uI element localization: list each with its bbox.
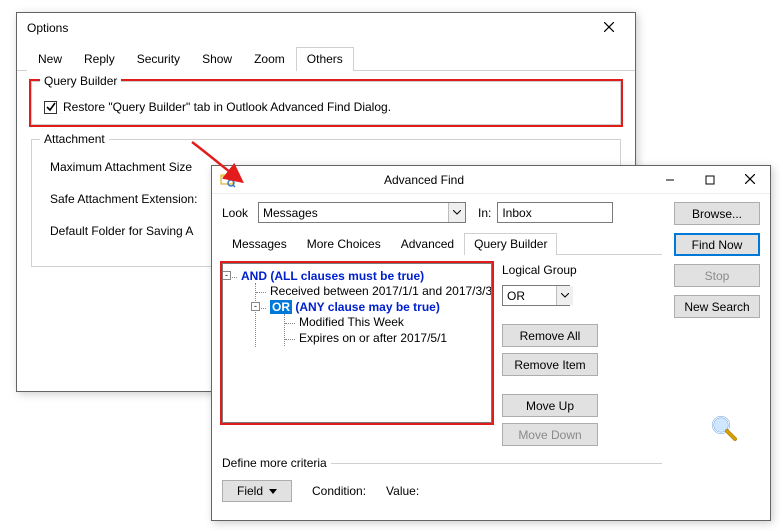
remove-item-button[interactable]: Remove Item [502,353,598,376]
move-down-label: Move Down [518,428,581,442]
af-titlebar: Advanced Find [212,166,770,194]
and-desc: (ALL clauses must be true) [270,269,424,283]
move-up-label: Move Up [526,399,574,413]
stop-button[interactable]: Stop [674,264,760,287]
af-tab-messages[interactable]: Messages [222,233,297,255]
tree-node-and[interactable]: - AND (ALL clauses must be true) Receive… [227,268,487,348]
expires-clause: Expires on or after 2017/5/1 [299,331,447,345]
remove-all-label: Remove All [520,329,581,343]
af-tab-query-builder[interactable]: Query Builder [464,233,557,255]
received-clause: Received between 2017/1/1 and 2017/3/31 [270,284,492,298]
and-op: AND [241,269,267,283]
options-tabstrip: New Reply Security Show Zoom Others [17,45,635,71]
qb-side-column: Logical Group OR Remove All Remove Item … [502,263,598,446]
restore-qb-checkbox[interactable] [44,101,57,114]
chevron-down-icon [448,203,465,222]
af-maximize-button[interactable] [690,167,730,193]
or-desc: (ANY clause may be true) [295,300,440,314]
define-criteria-row: Field Condition: Value: [222,480,662,502]
tab-security[interactable]: Security [126,47,191,71]
tab-show[interactable]: Show [191,47,243,71]
options-close-button[interactable] [589,15,629,41]
find-now-label: Find Now [692,238,743,252]
af-body: Look Messages In: Inbox Browse... Find N… [212,194,770,512]
browse-button[interactable]: Browse... [674,202,760,225]
move-down-button[interactable]: Move Down [502,423,598,446]
af-tab-advanced[interactable]: Advanced [391,233,464,255]
in-value: Inbox [502,206,531,220]
tree-node-modified[interactable]: Modified This Week [285,314,487,330]
af-right-column: Browse... Find Now Stop New Search [674,202,760,318]
close-icon [745,173,755,187]
divider [331,463,662,464]
value-label: Value: [386,484,419,498]
query-builder-legend: Query Builder [40,74,121,88]
collapse-icon[interactable]: - [251,302,260,311]
new-search-label: New Search [684,300,749,314]
condition-label: Condition: [312,484,366,498]
af-minimize-button[interactable] [650,167,690,193]
tree-node-expires[interactable]: Expires on or after 2017/5/1 [285,330,487,346]
options-titlebar: Options [17,13,635,43]
advanced-find-window: Advanced Find Look Messages In: Inbox Br… [211,165,771,521]
chevron-down-icon [269,489,277,494]
in-label: In: [478,206,491,220]
define-more-label: Define more criteria [222,456,327,470]
move-up-button[interactable]: Move Up [502,394,598,417]
or-op: OR [270,300,292,314]
tab-new[interactable]: New [27,47,73,71]
tab-zoom[interactable]: Zoom [243,47,296,71]
look-value: Messages [263,206,318,220]
define-legend-row: Define more criteria [222,456,662,470]
query-builder-group: Query Builder Restore "Query Builder" ta… [31,81,621,125]
tree-node-or[interactable]: - OR (ANY clause may be true) Modified T… [256,299,487,347]
attachment-legend: Attachment [40,132,109,146]
af-tabstrip: Messages More Choices Advanced Query Bui… [222,231,662,255]
af-title: Advanced Find [198,173,650,187]
tree-node-received[interactable]: Received between 2017/1/1 and 2017/3/31 [256,283,487,299]
look-label: Look [222,206,252,220]
new-search-button[interactable]: New Search [674,295,760,318]
magnifier-icon [710,414,738,445]
query-tree[interactable]: - AND (ALL clauses must be true) Receive… [222,263,492,423]
remove-all-button[interactable]: Remove All [502,324,598,347]
field-label: Field [237,484,263,498]
tab-others[interactable]: Others [296,47,354,71]
af-close-button[interactable] [730,167,770,193]
stop-label: Stop [705,269,730,283]
logical-group-label: Logical Group [502,263,598,277]
field-dropdown-button[interactable]: Field [222,480,292,502]
logical-group-combo[interactable]: OR [502,285,570,306]
browse-label: Browse... [692,207,742,221]
logical-group-value: OR [507,289,525,303]
in-textbox[interactable]: Inbox [497,202,613,223]
collapse-icon[interactable]: - [222,271,231,280]
remove-item-label: Remove Item [514,358,585,372]
af-tab-more-choices[interactable]: More Choices [297,233,391,255]
options-title: Options [27,21,589,35]
look-combo[interactable]: Messages [258,202,466,223]
modified-clause: Modified This Week [299,315,404,329]
find-now-button[interactable]: Find Now [674,233,760,256]
chevron-down-icon [556,286,573,305]
restore-qb-label: Restore "Query Builder" tab in Outlook A… [63,100,391,114]
close-icon [604,21,614,35]
tab-reply[interactable]: Reply [73,47,126,71]
restore-qb-row: Restore "Query Builder" tab in Outlook A… [44,100,608,114]
